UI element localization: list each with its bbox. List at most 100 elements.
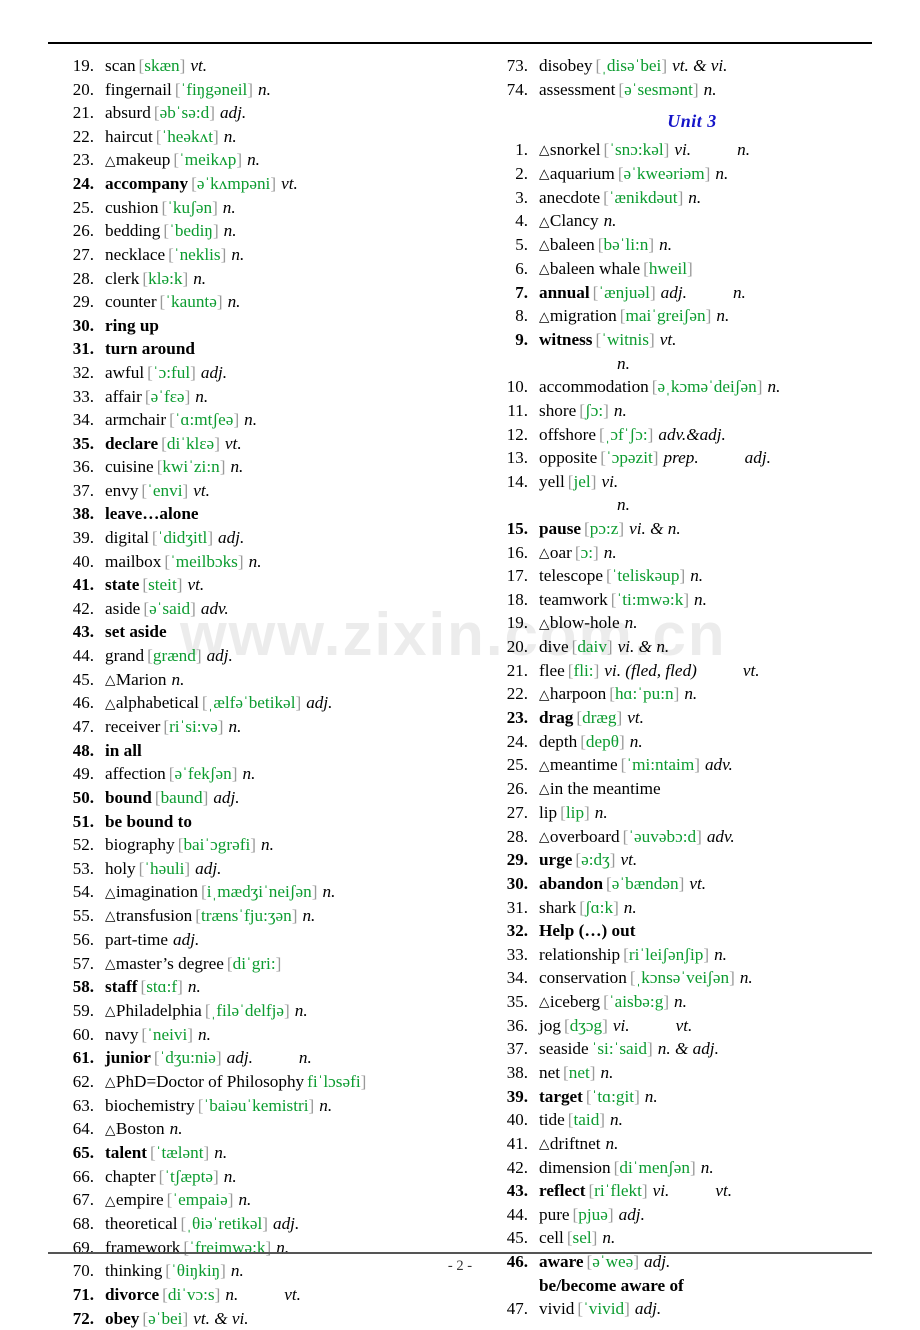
- vocab-entry: 52.biography[baiˈɔgrəfi]n.: [48, 833, 468, 857]
- entry-pronunciation: [skæn]: [136, 56, 186, 75]
- entry-part-of-speech: adj.: [213, 528, 244, 547]
- entry-number: 12.: [482, 423, 539, 447]
- triangle-marker-icon: △: [539, 237, 550, 252]
- entry-pronunciation: [baund]: [152, 788, 208, 807]
- entry-number: 63.: [48, 1094, 105, 1118]
- entry-body: bedding[ˈbediŋ]n.: [105, 219, 468, 243]
- vocab-entry: 73.disobey[ˌdisəˈbei]vt. & vi.: [482, 54, 902, 78]
- entry-pronunciation: [ʃɑ:k]: [576, 898, 619, 917]
- entry-number: 11.: [482, 399, 539, 423]
- entry-number: 52.: [48, 833, 105, 857]
- entry-word: theoretical: [105, 1214, 178, 1233]
- entry-body: abandon[əˈbændən]vt.: [539, 872, 902, 896]
- entry-part-of-speech: vi. & n.: [613, 637, 670, 656]
- entry-number: 37.: [482, 1037, 539, 1061]
- entry-body: accompany[əˈkʌmpəni]vt.: [105, 172, 468, 196]
- triangle-marker-icon: △: [105, 696, 116, 711]
- entry-word: aquarium: [550, 164, 615, 183]
- entry-word: clerk: [105, 269, 139, 288]
- entry-body: △Marionn.: [105, 668, 468, 692]
- entry-part-of-speech-secondary: adj.: [699, 448, 771, 467]
- entry-number: 16.: [482, 541, 539, 565]
- entry-number: 54.: [48, 880, 105, 904]
- entry-number: 29.: [482, 848, 539, 872]
- entry-number: 57.: [48, 952, 105, 976]
- entry-part-of-speech: n.: [711, 306, 729, 325]
- entry-number: 39.: [48, 526, 105, 550]
- entry-pronunciation: [ə:dʒ]: [572, 850, 615, 869]
- triangle-marker-icon: △: [539, 545, 550, 560]
- entry-word: abandon: [539, 874, 603, 893]
- entry-number: 32.: [482, 919, 539, 943]
- entry-word: dive: [539, 637, 569, 656]
- entry-part-of-speech: n.: [190, 387, 208, 406]
- entry-pronunciation: [depθ]: [577, 732, 625, 751]
- entry-word: drag: [539, 708, 573, 727]
- entry-word: master’s degree: [116, 954, 224, 973]
- entry-word: baleen whale: [550, 259, 640, 278]
- vocab-entry: 42.aside[əˈsaid]adv.: [48, 597, 468, 621]
- vocab-entry: 47.vivid[ˈvivid]adj.: [482, 1297, 902, 1321]
- entry-word: be bound to: [105, 812, 192, 831]
- vocab-entry: 26.bedding[ˈbediŋ]n.: [48, 219, 468, 243]
- entry-body: shore[ʃɔ:]n.: [539, 399, 902, 423]
- entry-pronunciation: [ˈtælənt]: [147, 1143, 209, 1162]
- vocab-entry: 25.△meantime[ˈmi:ntaim]adv.: [482, 753, 902, 777]
- entry-body: absurd[əbˈsə:d]adj.: [105, 101, 468, 125]
- entry-pronunciation: [ˈneklis]: [165, 245, 226, 264]
- entry-pronunciation: [ˈsnɔ:kəl]: [601, 140, 670, 159]
- vocab-entry: 23.△makeup[ˈmeikʌp]n.: [48, 148, 468, 172]
- vocab-entry: 72.obey[əˈbei]vt. & vi.: [48, 1307, 468, 1330]
- entry-body: receiver[riˈsi:və]n.: [105, 715, 468, 739]
- entry-number: 26.: [482, 777, 539, 801]
- entry-part-of-speech: n.: [654, 235, 672, 254]
- entry-pronunciation: fiˈlɔsəfi]: [304, 1072, 366, 1091]
- entry-word: leave…alone: [105, 504, 199, 523]
- entry-number: 41.: [48, 573, 105, 597]
- vocab-entry: 46.△alphabetical[ˌælfəˈbetikəl]adj.: [48, 691, 468, 715]
- vocab-entry: 37.seasideˈsi:ˈsaid]n. & adj.: [482, 1037, 902, 1061]
- entry-part-of-speech: vi.: [669, 140, 691, 159]
- entry-word: Help (…) out: [539, 921, 635, 940]
- vocab-entry: 69.framework[ˈfreimwə:k]n.: [48, 1236, 468, 1260]
- entry-body: witness[ˈwitnis]vt.: [539, 328, 902, 352]
- entry-pronunciation: [əˈbændən]: [603, 874, 684, 893]
- entry-part-of-speech: vi.: [596, 472, 618, 491]
- entry-pronunciation: [ˌkɔnsəˈveiʃən]: [627, 968, 735, 987]
- entry-part-of-speech: n.: [595, 1063, 613, 1082]
- entry-pronunciation: [net]: [560, 1063, 595, 1082]
- entry-number: 45.: [482, 1226, 539, 1250]
- entry-body: affair[əˈfɛə]n.: [105, 385, 468, 409]
- entry-body: dimension[diˈmenʃən]n.: [539, 1156, 902, 1180]
- vocab-entry: 31.turn around: [48, 337, 468, 361]
- triangle-marker-icon: △: [105, 1193, 116, 1208]
- vocab-entry: 68.theoretical[ˌθiəˈretikəl]adj.: [48, 1212, 468, 1236]
- entry-pronunciation: [ˈɑ:mtʃeə]: [166, 410, 239, 429]
- entry-number: 71.: [48, 1283, 105, 1307]
- entry-body: annual[ˈænjuəl]adj.n.: [539, 281, 902, 305]
- entry-body: grand[grænd]adj.: [105, 644, 468, 668]
- entry-body: △PhD=Doctor of Philosophyfiˈlɔsəfi]: [105, 1070, 468, 1094]
- entry-part-of-speech: n.: [597, 1228, 615, 1247]
- entry-body: shark[ʃɑ:k]n.: [539, 896, 902, 920]
- entry-pronunciation: [diˈvɔ:s]: [159, 1285, 220, 1304]
- entry-word: absurd: [105, 103, 151, 122]
- entry-number: 25.: [48, 196, 105, 220]
- entry-body: holy[ˈhəuli]adj.: [105, 857, 468, 881]
- entry-pronunciation: [ˈtɑ:git]: [583, 1087, 640, 1106]
- entry-pronunciation: [ˈkuʃən]: [158, 198, 217, 217]
- vocab-entry: 16.△oar[ɔ:]n.: [482, 541, 902, 565]
- entry-word: flee: [539, 661, 565, 680]
- triangle-marker-icon: △: [539, 781, 550, 796]
- entry-continuation: n.: [482, 493, 902, 517]
- vocab-entry: 31.shark[ʃɑ:k]n.: [482, 896, 902, 920]
- vocab-entry: 18.teamwork[ˈti:mwə:k]n.: [482, 588, 902, 612]
- entry-part-of-speech: n.: [640, 1087, 658, 1106]
- entry-word: ring up: [105, 316, 159, 335]
- entry-word: urge: [539, 850, 572, 869]
- entry-word: envy: [105, 481, 138, 500]
- entry-word: obey: [105, 1309, 139, 1328]
- vocab-entry: 45.cell[sel]n.: [482, 1226, 902, 1250]
- entry-number: 33.: [48, 385, 105, 409]
- entry-body: △alphabetical[ˌælfəˈbetikəl]adj.: [105, 691, 468, 715]
